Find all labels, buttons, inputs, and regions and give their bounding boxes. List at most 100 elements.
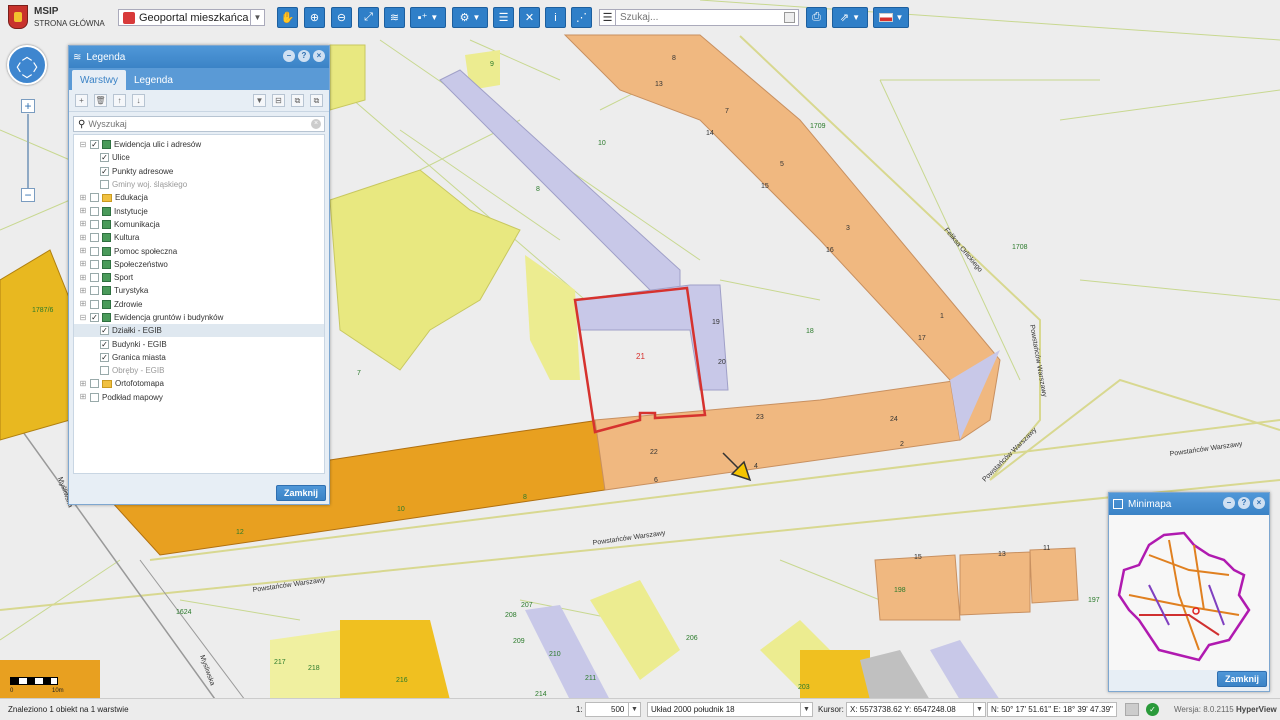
- layer-checkbox[interactable]: [90, 273, 99, 283]
- expand-icon[interactable]: ⊞: [79, 233, 87, 242]
- tools-button[interactable]: ⚙ ▼: [452, 7, 488, 28]
- expand-icon[interactable]: ⊞: [79, 379, 87, 388]
- print-button[interactable]: ⎙: [806, 7, 827, 28]
- layer-checkbox[interactable]: ✓: [100, 166, 109, 176]
- layer-row[interactable]: ✓ Działki - EGIB: [74, 324, 324, 338]
- pan-button[interactable]: ✋: [277, 7, 298, 28]
- layer-row[interactable]: ⊞ Pomoc społeczna: [74, 244, 324, 257]
- chevron-down-icon[interactable]: ▼: [973, 703, 985, 716]
- expand-icon[interactable]: ⊞: [79, 193, 87, 202]
- layer-row[interactable]: ⊞ Instytucje: [74, 204, 324, 217]
- move-up-icon[interactable]: ↑: [113, 94, 126, 107]
- layer-row[interactable]: ✓ Punkty adresowe: [74, 165, 324, 178]
- help-icon[interactable]: ?: [298, 50, 310, 62]
- message-icon[interactable]: [1125, 703, 1139, 716]
- zoom-in-button[interactable]: ⊕: [304, 7, 325, 28]
- app-logo[interactable]: MSIP STRONA GŁÓWNA: [8, 5, 105, 29]
- layer-checkbox[interactable]: [90, 246, 99, 256]
- scale-select[interactable]: 500 ▼: [585, 702, 641, 717]
- layer-checkbox[interactable]: [90, 206, 99, 216]
- layer-row[interactable]: Gminy woj. śląskiego: [74, 178, 324, 191]
- search-box[interactable]: ☰: [599, 9, 799, 26]
- expand-icon[interactable]: ⊞: [79, 393, 87, 401]
- layer-checkbox[interactable]: ✓: [100, 352, 109, 362]
- export-button[interactable]: ⇗ ▼: [832, 7, 868, 28]
- layer-row[interactable]: ⊞ Kultura: [74, 231, 324, 244]
- info-button[interactable]: i: [545, 7, 566, 28]
- layer-row[interactable]: ⊞ Zdrowie: [74, 298, 324, 311]
- layer-checkbox[interactable]: ✓: [90, 313, 99, 322]
- pan-up-icon[interactable]: ︿: [22, 48, 32, 63]
- paste-icon[interactable]: ⧉: [310, 94, 323, 107]
- expand-icon[interactable]: ⊞: [79, 286, 87, 295]
- layer-row[interactable]: ⊟ ✓ Ewidencja ulic i adresów: [74, 138, 324, 151]
- layer-checkbox[interactable]: ✓: [100, 153, 109, 163]
- add-layer-icon[interactable]: +: [75, 94, 88, 107]
- tab-warstwy[interactable]: Warstwy: [72, 70, 126, 90]
- pan-navigator[interactable]: ︿ ﹀ 〈 〉: [7, 45, 47, 86]
- close-icon[interactable]: ×: [1253, 497, 1265, 509]
- filter-icon[interactable]: ▼: [253, 94, 266, 107]
- layer-checkbox[interactable]: [90, 233, 99, 243]
- share-button[interactable]: ⋰: [571, 7, 592, 28]
- layer-checkbox[interactable]: [90, 286, 99, 296]
- legend-search[interactable]: ⚲ ×: [73, 116, 325, 132]
- expand-icon[interactable]: ⊞: [79, 260, 87, 268]
- layer-row[interactable]: Obręby - EGIB: [74, 364, 324, 377]
- legend-header[interactable]: ≋ Legenda – ? ×: [69, 46, 329, 68]
- expand-icon[interactable]: ⊞: [79, 273, 87, 282]
- crs-select[interactable]: Układ 2000 południk 18 ▼: [647, 702, 813, 717]
- chevron-down-icon[interactable]: ▼: [800, 703, 812, 716]
- search-go-icon[interactable]: [784, 12, 795, 23]
- expand-icon[interactable]: ⊞: [79, 220, 87, 228]
- layer-checkbox[interactable]: [100, 180, 109, 190]
- expand-icon[interactable]: ⊞: [79, 207, 87, 215]
- legend-search-input[interactable]: [85, 119, 311, 129]
- layer-checkbox[interactable]: [90, 379, 99, 389]
- pan-down-icon[interactable]: ﹀: [22, 71, 32, 86]
- copy-icon[interactable]: ⧉: [291, 94, 304, 107]
- legend-close-button[interactable]: Zamknij: [276, 485, 326, 501]
- layer-row[interactable]: ✓ Budynki - EGIB: [74, 337, 324, 350]
- tab-legenda[interactable]: Legenda: [126, 70, 181, 90]
- layer-checkbox[interactable]: [90, 259, 99, 269]
- zoom-slider[interactable]: [27, 114, 29, 188]
- minimap-header[interactable]: Minimapa – ? ×: [1109, 493, 1269, 515]
- layer-row[interactable]: ⊟ ✓ Ewidencja gruntów i budynków: [74, 311, 324, 324]
- language-button[interactable]: ▼: [873, 7, 909, 28]
- minimize-icon[interactable]: –: [283, 50, 295, 62]
- add-layer-button[interactable]: ▪⁺ ▼: [410, 7, 446, 28]
- layer-row[interactable]: ⊞ Ortofotomapa: [74, 377, 324, 390]
- collapse-icon[interactable]: ⊟: [79, 313, 87, 322]
- layer-checkbox[interactable]: [100, 366, 109, 376]
- layer-checkbox[interactable]: ✓: [90, 140, 99, 150]
- search-input[interactable]: [616, 10, 776, 25]
- full-extent-button[interactable]: ⤢: [358, 7, 379, 28]
- layer-row[interactable]: ⊞ Społeczeństwo: [74, 258, 324, 271]
- layer-row[interactable]: ⊞ Podkład mapowy: [74, 391, 324, 404]
- minimap-canvas[interactable]: [1109, 515, 1269, 670]
- layer-row[interactable]: ⊞ Komunikacja: [74, 218, 324, 231]
- expand-icon[interactable]: ⊞: [79, 247, 87, 255]
- layer-checkbox[interactable]: [90, 193, 99, 203]
- zoom-slider-minus-button[interactable]: −: [21, 188, 35, 202]
- layer-row[interactable]: ✓ Granica miasta: [74, 351, 324, 364]
- portal-select[interactable]: Geoportal mieszkańca ▼: [118, 9, 265, 26]
- pan-right-icon[interactable]: 〉: [33, 59, 43, 74]
- layer-checkbox[interactable]: [90, 219, 99, 229]
- layer-checkbox[interactable]: ✓: [100, 339, 109, 349]
- layer-checkbox[interactable]: [90, 299, 99, 309]
- layer-checkbox[interactable]: [90, 392, 99, 402]
- chevron-down-icon[interactable]: ▼: [628, 703, 640, 716]
- layer-row[interactable]: ⊞ Sport: [74, 271, 324, 284]
- search-menu-icon[interactable]: ☰: [600, 10, 616, 25]
- expand-icon[interactable]: ⊞: [79, 300, 87, 308]
- pan-left-icon[interactable]: 〈: [11, 59, 21, 74]
- chevron-down-icon[interactable]: ▼: [250, 10, 264, 25]
- layer-checkbox[interactable]: ✓: [100, 326, 109, 336]
- minimap-close-button[interactable]: Zamknij: [1217, 671, 1267, 687]
- move-down-icon[interactable]: ↓: [132, 94, 145, 107]
- zoom-out-button[interactable]: ⊖: [331, 7, 352, 28]
- zoom-slider-plus-button[interactable]: +: [21, 99, 35, 113]
- clear-selection-button[interactable]: ✕: [519, 7, 540, 28]
